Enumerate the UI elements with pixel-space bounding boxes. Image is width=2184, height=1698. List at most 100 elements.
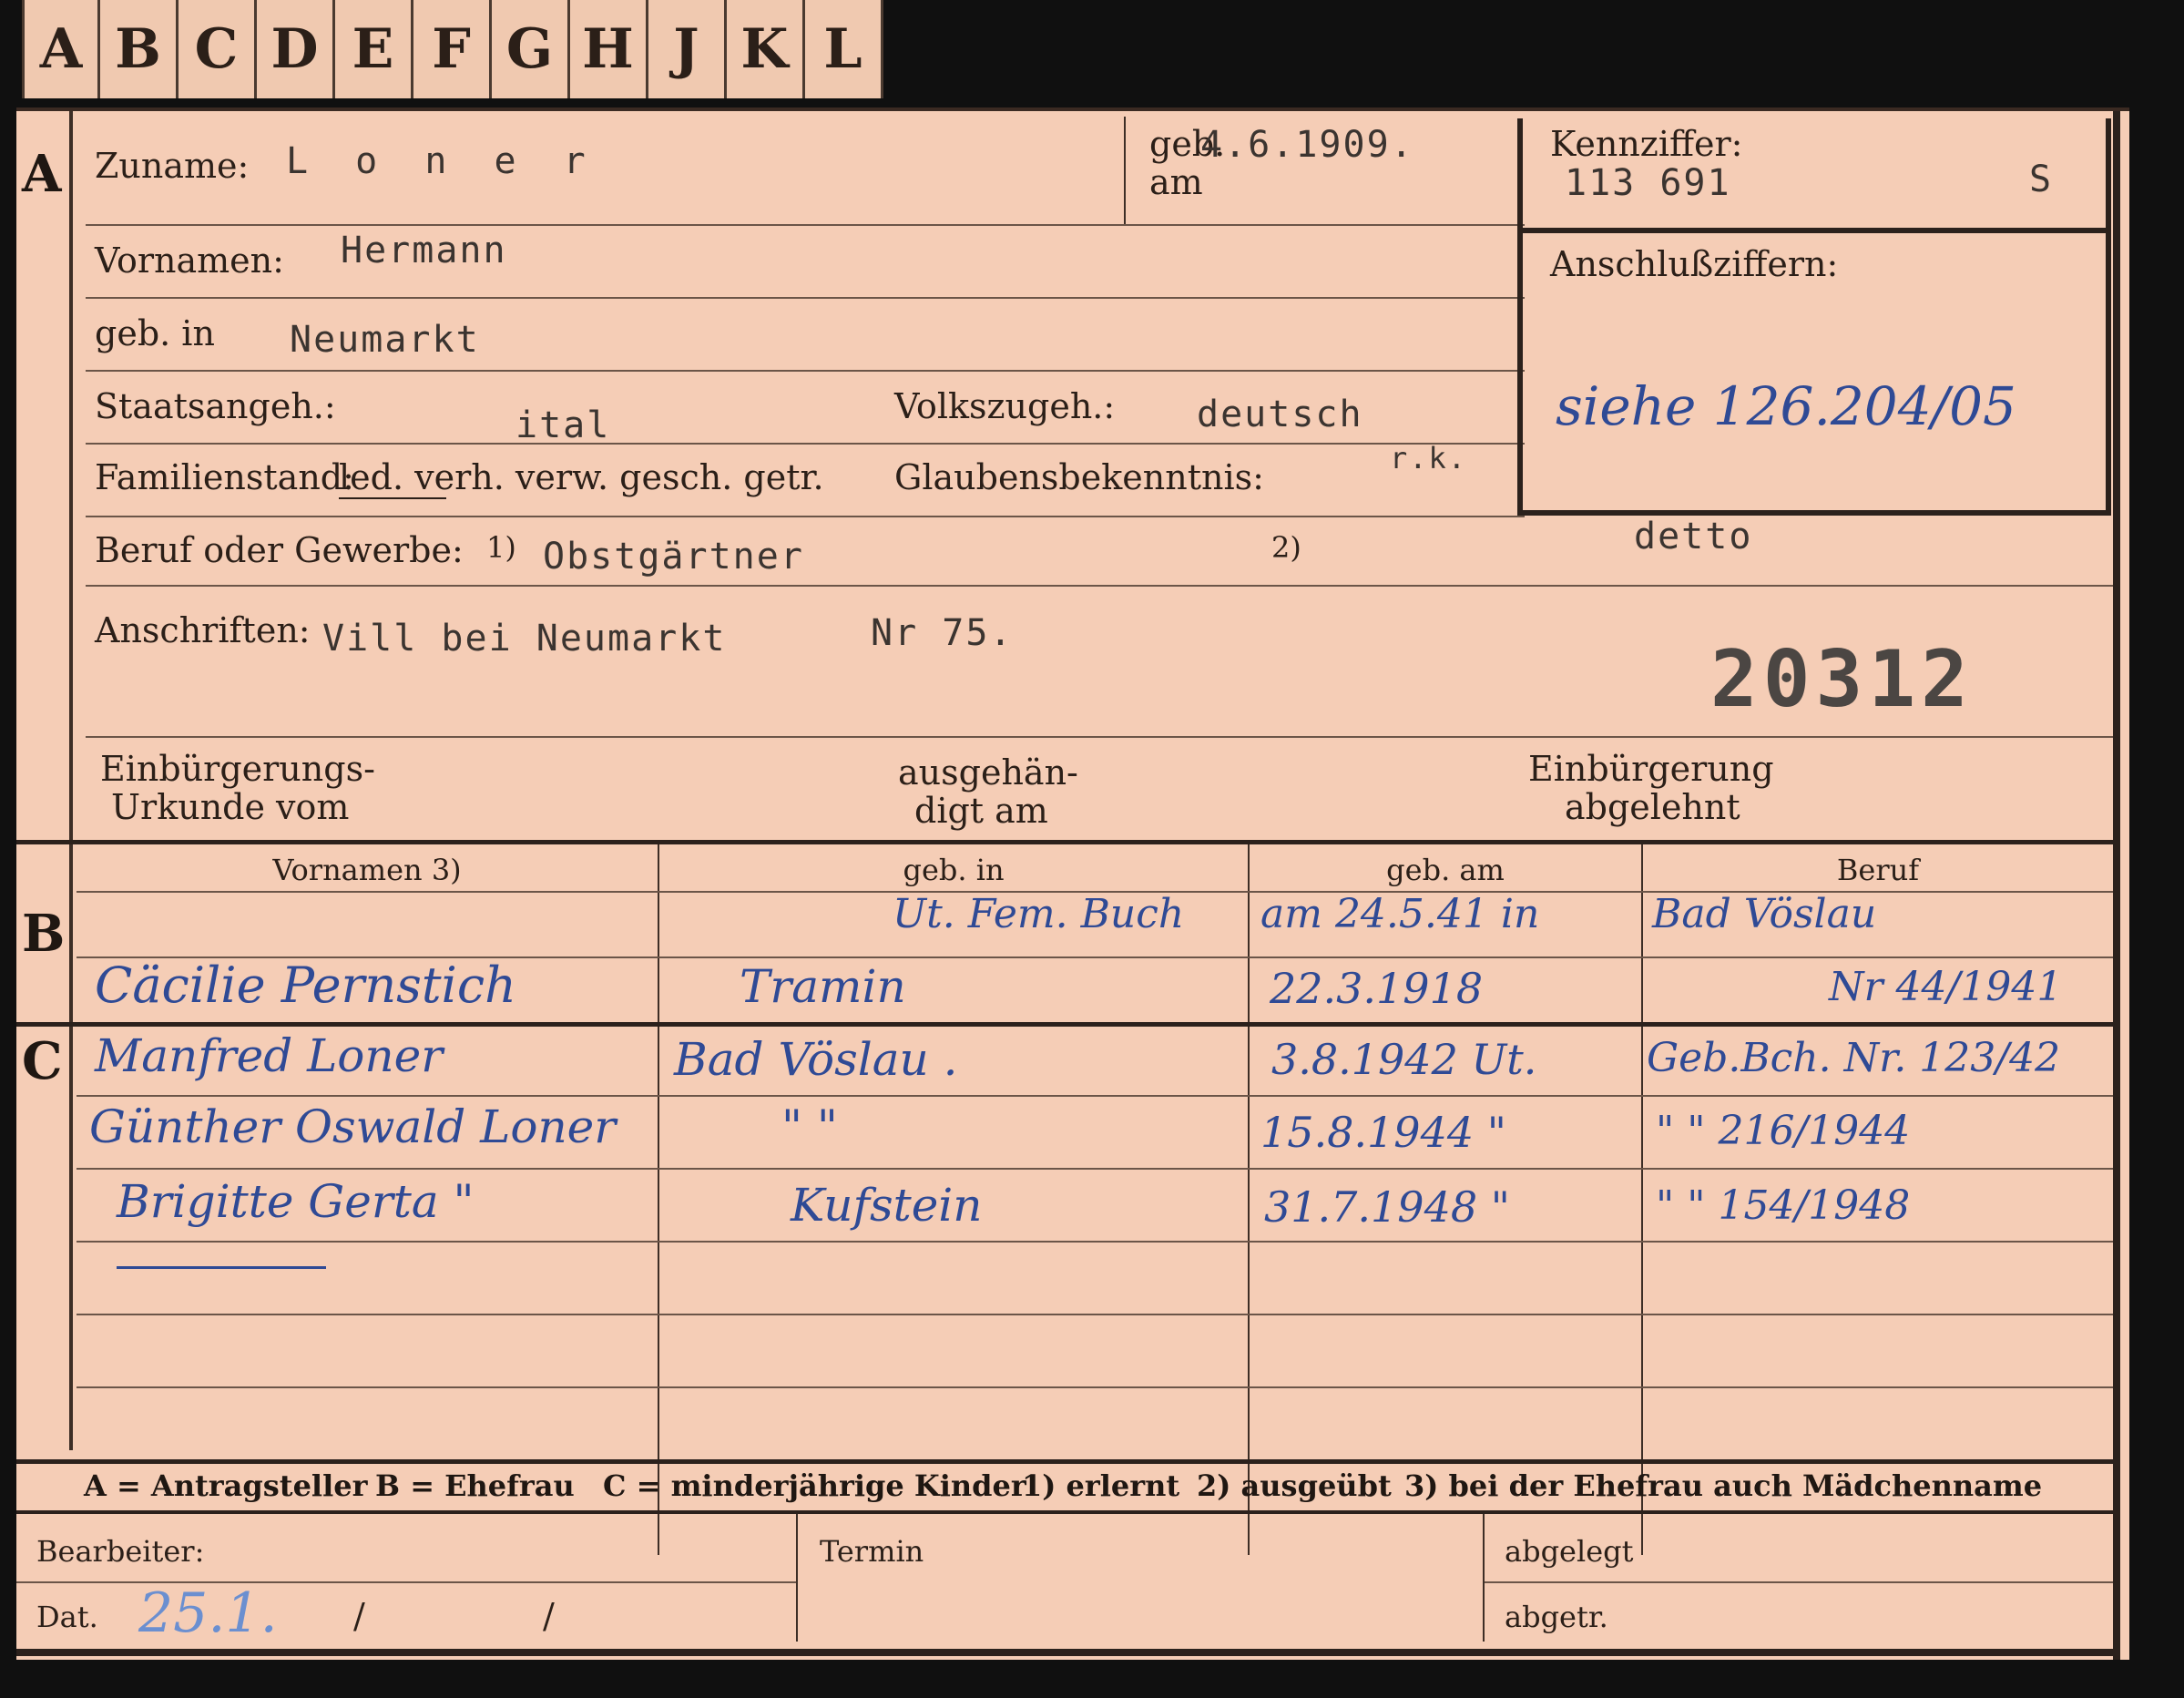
section-letter-b: B (22, 904, 66, 964)
given-names-label: Vornamen: (95, 240, 284, 281)
related-label: Anschlußziffern: (1550, 244, 1839, 284)
rule-child-3 (77, 1241, 2113, 1243)
section-c-top-rule (16, 1022, 2117, 1027)
rule-child-2 (77, 1168, 2113, 1170)
footer-divider-1 (796, 1514, 798, 1642)
child-1-birthplace: Bad Vöslau . (674, 1033, 958, 1086)
occupation-value: Obstgärtner (543, 536, 804, 578)
religion-value: r.k. (1390, 441, 1468, 476)
tab-k[interactable]: K (727, 0, 805, 98)
code-label: Kennziffer: (1550, 124, 1743, 164)
refused-label-1: Einbürgerung (1528, 749, 1774, 789)
address-value: Vill bei Neumarkt (322, 618, 727, 660)
legend-note2: 2) ausgeübt (1197, 1468, 1392, 1503)
header-given-names: Vornamen 3) (272, 853, 462, 887)
footer-rule-left (16, 1581, 796, 1583)
rule-child-4 (77, 1314, 2113, 1315)
tab-c[interactable]: C (179, 0, 257, 98)
citizenship-label: Staatsangeh.: (95, 386, 336, 426)
left-margin-rule (69, 111, 73, 1450)
marital-options: led. verh. verw. gesch. getr. (339, 457, 824, 497)
card-right-rule (2113, 111, 2120, 1660)
rule-birthplace (86, 370, 1525, 372)
stamp-number: 20312 (1710, 634, 1974, 725)
religion-label: Glaubensbekenntnis: (894, 457, 1264, 497)
legend-note3: 3) bei der Ehefrau auch Mädchenname (1404, 1468, 2043, 1503)
child-3-register: " " 154/1948 (1656, 1182, 1911, 1229)
card-bottom-rule (16, 1649, 2120, 1656)
legend-top-rule (16, 1459, 2117, 1464)
citizenship-value: ital (515, 404, 611, 446)
tab-f[interactable]: F (413, 0, 492, 98)
tab-g[interactable]: G (492, 0, 570, 98)
section-letter-a: A (22, 144, 62, 204)
col-divider-2 (1248, 844, 1250, 1555)
child-3-birthplace: Kufstein (791, 1179, 983, 1232)
registration-card: A B C Zuname: L o n e r geb. am 4.6.1909… (16, 107, 2129, 1660)
id-box-divider (1523, 228, 2106, 233)
child-2-name: Günther Oswald Loner (89, 1100, 617, 1153)
tab-a[interactable]: A (22, 0, 100, 98)
ethnicity-label: Volkszugeh.: (894, 386, 1116, 426)
birthplace-label: geb. in (95, 313, 215, 353)
legend-b: B = Ehefrau (375, 1468, 575, 1503)
legend-note1: 1) erlernt (1022, 1468, 1180, 1503)
rule-marital (86, 516, 1525, 517)
rule-child-5 (77, 1386, 2113, 1388)
rule-given-names (86, 297, 1525, 299)
related-note: siehe 126.204/05 (1556, 375, 2016, 437)
cert-label-1: Einbürgerungs- (100, 749, 375, 789)
cert-label-2: Urkunde vom (111, 787, 350, 827)
tab-e[interactable]: E (335, 0, 413, 98)
filed-label: abgelegt (1505, 1534, 1634, 1569)
tab-j[interactable]: J (648, 0, 727, 98)
address-label: Anschriften: (95, 610, 311, 650)
spouse-name: Cäcilie Pernstich (95, 956, 516, 1014)
clerk-label: Bearbeiter: (36, 1534, 205, 1569)
rule-occupation (86, 585, 2113, 587)
footer-rule-right (1485, 1581, 2113, 1583)
tab-h[interactable]: H (570, 0, 648, 98)
legend-bottom-rule (16, 1510, 2117, 1514)
rule-citizenship (86, 443, 1525, 445)
legend-a: A = Antragsteller (84, 1468, 368, 1503)
filed2-label: abgetr. (1505, 1600, 1608, 1634)
col-divider-1 (658, 844, 659, 1555)
child-1-register: Geb.Bch. Nr. 123/42 (1647, 1035, 2061, 1081)
occupation-practiced-value: detto (1634, 516, 1753, 557)
spouse-register-office: Bad Vöslau (1652, 891, 1877, 937)
legend-c: C = minderjährige Kinder (603, 1468, 1026, 1503)
handed-label-1: ausgehän- (898, 752, 1078, 793)
footer-divider-2 (1483, 1514, 1485, 1642)
tab-d[interactable]: D (257, 0, 335, 98)
child-2-birthdate: 15.8.1944 " (1260, 1108, 1506, 1157)
handed-label-2: digt am (914, 791, 1048, 831)
rule-address (86, 736, 2113, 738)
occupation-note1: 1) (486, 530, 516, 565)
col-divider-3 (1641, 844, 1643, 1555)
child-1-name: Manfred Loner (95, 1029, 444, 1082)
date-value: 25.1. (138, 1581, 278, 1645)
code-suffix: S (2029, 159, 2054, 200)
rule-surname (86, 224, 1525, 226)
spouse-birthplace: Tramin (740, 960, 906, 1013)
child-3-underline (117, 1266, 326, 1269)
given-names-value: Hermann (341, 230, 507, 271)
birthdate-divider (1124, 117, 1126, 226)
surname-label: Zuname: (95, 146, 250, 186)
marital-underline (339, 497, 446, 499)
section-letter-c: C (22, 1031, 63, 1091)
tab-b[interactable]: B (100, 0, 179, 98)
birthdate-label-bottom: am (1149, 162, 1203, 202)
date-slash-2: / (543, 1596, 555, 1636)
child-3-name: Brigitte Gerta " (117, 1175, 475, 1228)
surname-value: L o n e r (286, 140, 598, 182)
spouse-register-place: Ut. Fem. Buch (893, 891, 1185, 937)
child-1-birthdate: 3.8.1942 Ut. (1271, 1035, 1537, 1084)
code-value: 113 691 (1565, 162, 1731, 204)
section-b-top-rule (16, 840, 2117, 844)
header-birthdate: geb. am (1386, 853, 1505, 887)
date-label: Dat. (36, 1600, 98, 1634)
occupation-note2: 2) (1271, 530, 1301, 565)
tab-l[interactable]: L (805, 0, 883, 98)
